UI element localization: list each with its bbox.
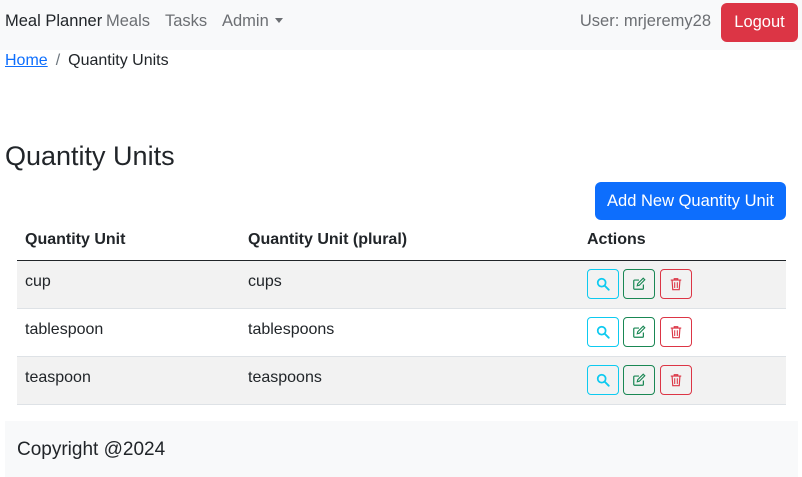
cell-plural: tablespoons xyxy=(240,308,579,357)
cell-unit: tablespoon xyxy=(17,308,240,357)
breadcrumb: Home / Quantity Units xyxy=(5,52,169,70)
cell-actions xyxy=(579,356,786,405)
search-icon xyxy=(596,373,610,387)
delete-button[interactable] xyxy=(659,364,692,395)
view-button[interactable] xyxy=(587,268,619,299)
table-header-row: Quantity Unit Quantity Unit (plural) Act… xyxy=(17,221,786,261)
cell-plural: teaspoons xyxy=(240,356,579,405)
edit-button[interactable] xyxy=(623,316,656,347)
add-quantity-unit-button[interactable]: Add New Quantity Unit xyxy=(595,182,786,220)
logout-button[interactable]: Logout xyxy=(721,3,798,42)
nav-dropdown-admin[interactable]: Admin xyxy=(222,12,283,31)
column-header-actions: Actions xyxy=(579,221,786,261)
table-row: teaspoon teaspoons xyxy=(17,356,786,405)
trash-icon xyxy=(670,373,682,386)
trash-icon xyxy=(670,277,682,290)
column-header-unit: Quantity Unit xyxy=(17,221,240,261)
edit-button[interactable] xyxy=(623,268,656,299)
page-title: Quantity Units xyxy=(5,141,175,171)
trash-icon xyxy=(670,325,682,338)
caret-down-icon xyxy=(274,18,283,23)
breadcrumb-home-link[interactable]: Home xyxy=(5,52,48,69)
breadcrumb-current: Quantity Units xyxy=(68,52,169,69)
column-header-plural: Quantity Unit (plural) xyxy=(240,221,579,261)
nav-link-meals[interactable]: Meals xyxy=(106,12,150,31)
edit-icon xyxy=(633,276,647,290)
footer: Copyright @2024 xyxy=(5,421,798,477)
view-button[interactable] xyxy=(587,364,619,395)
edit-icon xyxy=(633,372,647,386)
edit-icon xyxy=(633,324,647,338)
delete-button[interactable] xyxy=(659,268,692,299)
nav-link-tasks[interactable]: Tasks xyxy=(165,12,207,31)
navbar-brand[interactable]: Meal Planner xyxy=(5,12,102,31)
user-label: User: mrjeremy28 xyxy=(579,12,711,30)
copyright-text: Copyright @2024 xyxy=(17,439,166,460)
cell-unit: teaspoon xyxy=(17,356,240,405)
quantity-units-table: Quantity Unit Quantity Unit (plural) Act… xyxy=(17,221,786,405)
table-row: cup cups xyxy=(17,260,786,309)
breadcrumb-separator: / xyxy=(55,52,61,69)
cell-actions xyxy=(579,308,786,357)
table-row: tablespoon tablespoons xyxy=(17,308,786,357)
cell-actions xyxy=(579,260,786,309)
cell-plural: cups xyxy=(240,260,579,309)
edit-button[interactable] xyxy=(623,364,656,395)
view-button[interactable] xyxy=(587,316,619,347)
cell-unit: cup xyxy=(17,260,240,309)
navbar: Meal Planner Meals Tasks Admin User: mrj… xyxy=(0,0,802,50)
search-icon xyxy=(596,277,610,291)
admin-label: Admin xyxy=(222,12,269,30)
delete-button[interactable] xyxy=(659,316,692,347)
search-icon xyxy=(596,325,610,339)
